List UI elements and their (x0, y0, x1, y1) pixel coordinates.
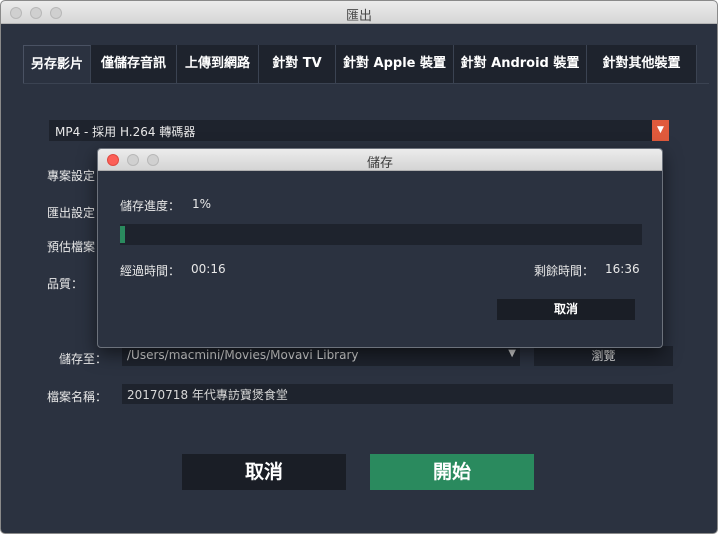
tabs-divider (23, 83, 709, 84)
export-settings-label: 匯出設定 (47, 206, 96, 220)
remaining-time-value: 16:36 (605, 262, 640, 276)
progress-label: 儲存進度： (120, 199, 181, 213)
estimated-size-label: 預估檔案 (47, 240, 96, 254)
progress-percent: 1% (192, 197, 212, 211)
quality-label: 品質： (47, 277, 84, 291)
tab-save-video[interactable]: 另存影片 (23, 45, 91, 83)
tab-audio-only[interactable]: 僅儲存音訊 (91, 45, 177, 83)
start-button[interactable]: 開始 (370, 454, 534, 490)
progress-bar (120, 224, 642, 245)
chevron-down-icon[interactable]: ▼ (508, 348, 516, 359)
tab-tv[interactable]: 針對 TV (259, 45, 336, 83)
cancel-button[interactable]: 取消 (182, 454, 346, 490)
browse-button[interactable]: 瀏覽 (534, 346, 673, 366)
window-title: 匯出 (345, 9, 372, 24)
save-progress-dialog: 儲存 儲存進度： 1% 經過時間： 00:16 剩餘時間： 16:36 取消 (97, 148, 663, 348)
save-path-dropdown[interactable]: /Users/macmini/Movies/Movavi Library ▼ (122, 346, 520, 366)
export-tabs: 另存影片 僅儲存音訊 上傳到網路 針對 TV 針對 Apple 裝置 針對 An… (23, 45, 697, 83)
project-settings-label: 專案設定 (47, 169, 96, 183)
remaining-time-label: 剩餘時間： (534, 264, 595, 278)
dialog-cancel-button[interactable]: 取消 (497, 299, 635, 320)
elapsed-time-label: 經過時間： (120, 264, 181, 278)
elapsed-time-value: 00:16 (191, 262, 226, 276)
tab-upload-web[interactable]: 上傳到網路 (177, 45, 259, 83)
save-path-value: /Users/macmini/Movies/Movavi Library (127, 348, 359, 362)
format-dropdown[interactable]: MP4 - 採用 H.264 轉碼器 ▼ (49, 120, 669, 141)
dialog-title: 儲存 (366, 156, 393, 171)
chevron-down-icon[interactable]: ▼ (652, 120, 669, 141)
tab-android[interactable]: 針對 Android 裝置 (454, 45, 587, 83)
progress-bar-fill (120, 226, 126, 243)
tab-apple[interactable]: 針對 Apple 裝置 (336, 45, 454, 83)
save-to-label: 儲存至： (59, 352, 108, 366)
file-name-value: 20170718 年代專訪寶煲食堂 (127, 388, 288, 402)
file-name-label: 檔案名稱： (47, 390, 108, 404)
file-name-field[interactable]: 20170718 年代專訪寶煲食堂 (122, 384, 673, 404)
dialog-title-bar: 儲存 (98, 149, 662, 171)
title-bar: 匯出 (1, 1, 717, 24)
format-dropdown-value: MP4 - 採用 H.264 轉碼器 (55, 125, 196, 139)
tab-other-devices[interactable]: 針對其他裝置 (587, 45, 697, 83)
